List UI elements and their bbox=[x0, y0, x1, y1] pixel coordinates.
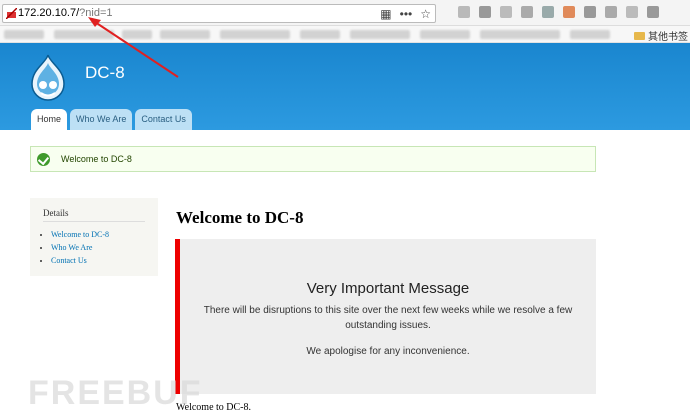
annotation-arrow bbox=[88, 17, 179, 78]
